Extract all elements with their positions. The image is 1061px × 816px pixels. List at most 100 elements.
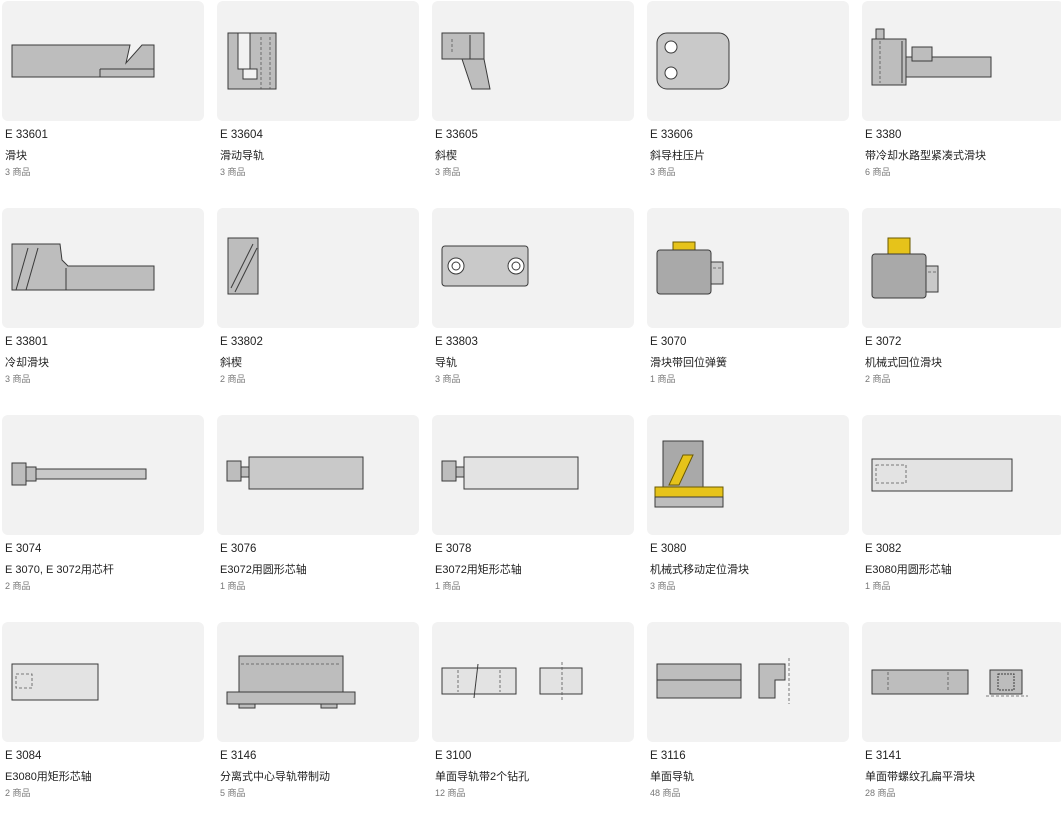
product-code[interactable]: E 3080 — [650, 543, 686, 555]
product-card[interactable]: E 3070 滑块带回位弹簧 1 商品 — [646, 207, 849, 402]
product-count: 3 商品 — [650, 167, 676, 177]
product-card[interactable]: E 33605 斜楔 3 商品 — [431, 0, 634, 195]
product-code[interactable]: E 33605 — [435, 129, 478, 141]
product-thumbnail[interactable] — [862, 415, 1061, 535]
round-mandrel-icon — [226, 456, 364, 490]
product-code[interactable]: E 33803 — [435, 336, 478, 348]
product-name[interactable]: E3080用圆形芯轴 — [865, 561, 952, 577]
product-count: 2 商品 — [220, 374, 246, 384]
product-card[interactable]: E 3072 机械式回位滑块 2 商品 — [861, 207, 1061, 402]
product-thumbnail[interactable] — [647, 415, 849, 535]
product-count: 3 商品 — [5, 167, 31, 177]
product-name[interactable]: 滑块带回位弹簧 — [650, 354, 727, 370]
positioning-slider-icon — [654, 440, 724, 508]
product-name[interactable]: 斜楔 — [435, 147, 457, 163]
product-name[interactable]: 滑块 — [5, 147, 27, 163]
product-thumbnail[interactable] — [862, 1, 1061, 121]
product-grid: E 33601 滑块 3 商品 E 33604 滑动导轨 3 商品 E 33605 斜楔 3… — [0, 0, 1061, 803]
product-card[interactable]: E 3084 E3080用矩形芯轴 2 商品 — [1, 621, 204, 816]
product-card[interactable]: E 3116 单面导轨 48 商品 — [646, 621, 849, 816]
product-name[interactable]: 斜楔 — [220, 354, 242, 370]
product-thumbnail[interactable] — [432, 415, 634, 535]
product-thumbnail[interactable] — [432, 622, 634, 742]
product-card[interactable]: E 3146 分离式中心导轨带制动 5 商品 — [216, 621, 419, 816]
product-code[interactable]: E 3100 — [435, 750, 471, 762]
product-name[interactable]: E3072用圆形芯轴 — [220, 561, 307, 577]
product-count: 1 商品 — [220, 581, 246, 591]
product-card[interactable]: E 3076 E3072用圆形芯轴 1 商品 — [216, 414, 419, 609]
product-code[interactable]: E 33802 — [220, 336, 263, 348]
sliding-guide-icon — [227, 32, 277, 90]
product-name[interactable]: 冷却滑块 — [5, 354, 49, 370]
product-name[interactable]: 单面导轨带2个钻孔 — [435, 768, 529, 784]
product-count: 1 商品 — [650, 374, 676, 384]
product-code[interactable]: E 3380 — [865, 129, 901, 141]
product-name[interactable]: 分离式中心导轨带制动 — [220, 768, 330, 784]
product-code[interactable]: E 3082 — [865, 543, 901, 555]
product-card[interactable]: E 33601 滑块 3 商品 — [1, 0, 204, 195]
cooling-slider-icon — [11, 243, 155, 291]
guide-rail-icon — [441, 245, 529, 287]
product-card[interactable]: E 33801 冷却滑块 3 商品 — [1, 207, 204, 402]
product-name[interactable]: 斜导柱压片 — [650, 147, 705, 163]
product-count: 1 商品 — [435, 581, 461, 591]
product-name[interactable]: 单面带螺纹孔扁平滑块 — [865, 768, 975, 784]
product-card[interactable]: E 3080 机械式移动定位滑块 3 商品 — [646, 414, 849, 609]
product-name[interactable]: E 3070, E 3072用芯杆 — [5, 561, 114, 577]
product-code[interactable]: E 3074 — [5, 543, 41, 555]
product-code[interactable]: E 33604 — [220, 129, 263, 141]
product-name[interactable]: E3080用矩形芯轴 — [5, 768, 92, 784]
product-thumbnail[interactable] — [217, 415, 419, 535]
product-name[interactable]: 机械式移动定位滑块 — [650, 561, 749, 577]
product-thumbnail[interactable] — [217, 208, 419, 328]
product-card[interactable]: E 33604 滑动导轨 3 商品 — [216, 0, 419, 195]
product-thumbnail[interactable] — [2, 415, 204, 535]
product-card[interactable]: E 3141 单面带螺纹孔扁平滑块 28 商品 — [861, 621, 1061, 816]
product-code[interactable]: E 3076 — [220, 543, 256, 555]
product-count: 3 商品 — [435, 167, 461, 177]
product-name[interactable]: 导轨 — [435, 354, 457, 370]
mechanical-return-slider-icon — [871, 237, 939, 299]
product-thumbnail[interactable] — [432, 1, 634, 121]
product-code[interactable]: E 3070 — [650, 336, 686, 348]
product-card[interactable]: E 33606 斜导柱压片 3 商品 — [646, 0, 849, 195]
product-card[interactable]: E 33802 斜楔 2 商品 — [216, 207, 419, 402]
product-thumbnail[interactable] — [2, 208, 204, 328]
product-card[interactable]: E 3082 E3080用圆形芯轴 1 商品 — [861, 414, 1061, 609]
product-name[interactable]: 机械式回位滑块 — [865, 354, 942, 370]
product-thumbnail[interactable] — [862, 208, 1061, 328]
product-thumbnail[interactable] — [647, 622, 849, 742]
product-thumbnail[interactable] — [862, 622, 1061, 742]
product-name[interactable]: E3072用矩形芯轴 — [435, 561, 522, 577]
product-code[interactable]: E 3072 — [865, 336, 901, 348]
product-thumbnail[interactable] — [2, 622, 204, 742]
product-card[interactable]: E 3074 E 3070, E 3072用芯杆 2 商品 — [1, 414, 204, 609]
product-code[interactable]: E 33801 — [5, 336, 48, 348]
product-code[interactable]: E 3084 — [5, 750, 41, 762]
product-thumbnail[interactable] — [2, 1, 204, 121]
product-code[interactable]: E 33606 — [650, 129, 693, 141]
product-thumbnail[interactable] — [647, 208, 849, 328]
product-thumbnail[interactable] — [432, 208, 634, 328]
product-code[interactable]: E 33601 — [5, 129, 48, 141]
product-count: 2 商品 — [5, 581, 31, 591]
product-thumbnail[interactable] — [217, 1, 419, 121]
product-count: 48 商品 — [650, 788, 681, 798]
product-name[interactable]: 带冷却水路型紧凑式滑块 — [865, 147, 986, 163]
product-name[interactable]: 滑动导轨 — [220, 147, 264, 163]
product-code[interactable]: E 3141 — [865, 750, 901, 762]
product-card[interactable]: E 3380 带冷却水路型紧凑式滑块 6 商品 — [861, 0, 1061, 195]
product-code[interactable]: E 3078 — [435, 543, 471, 555]
product-name[interactable]: 单面导轨 — [650, 768, 694, 784]
product-count: 3 商品 — [5, 374, 31, 384]
product-thumbnail[interactable] — [217, 622, 419, 742]
single-guide-icon — [656, 658, 790, 704]
product-count: 12 商品 — [435, 788, 466, 798]
product-code[interactable]: E 3116 — [650, 750, 686, 762]
product-thumbnail[interactable] — [647, 1, 849, 121]
product-card[interactable]: E 3078 E3072用矩形芯轴 1 商品 — [431, 414, 634, 609]
product-code[interactable]: E 3146 — [220, 750, 256, 762]
product-card[interactable]: E 3100 单面导轨带2个钻孔 12 商品 — [431, 621, 634, 816]
product-count: 3 商品 — [650, 581, 676, 591]
product-card[interactable]: E 33803 导轨 3 商品 — [431, 207, 634, 402]
